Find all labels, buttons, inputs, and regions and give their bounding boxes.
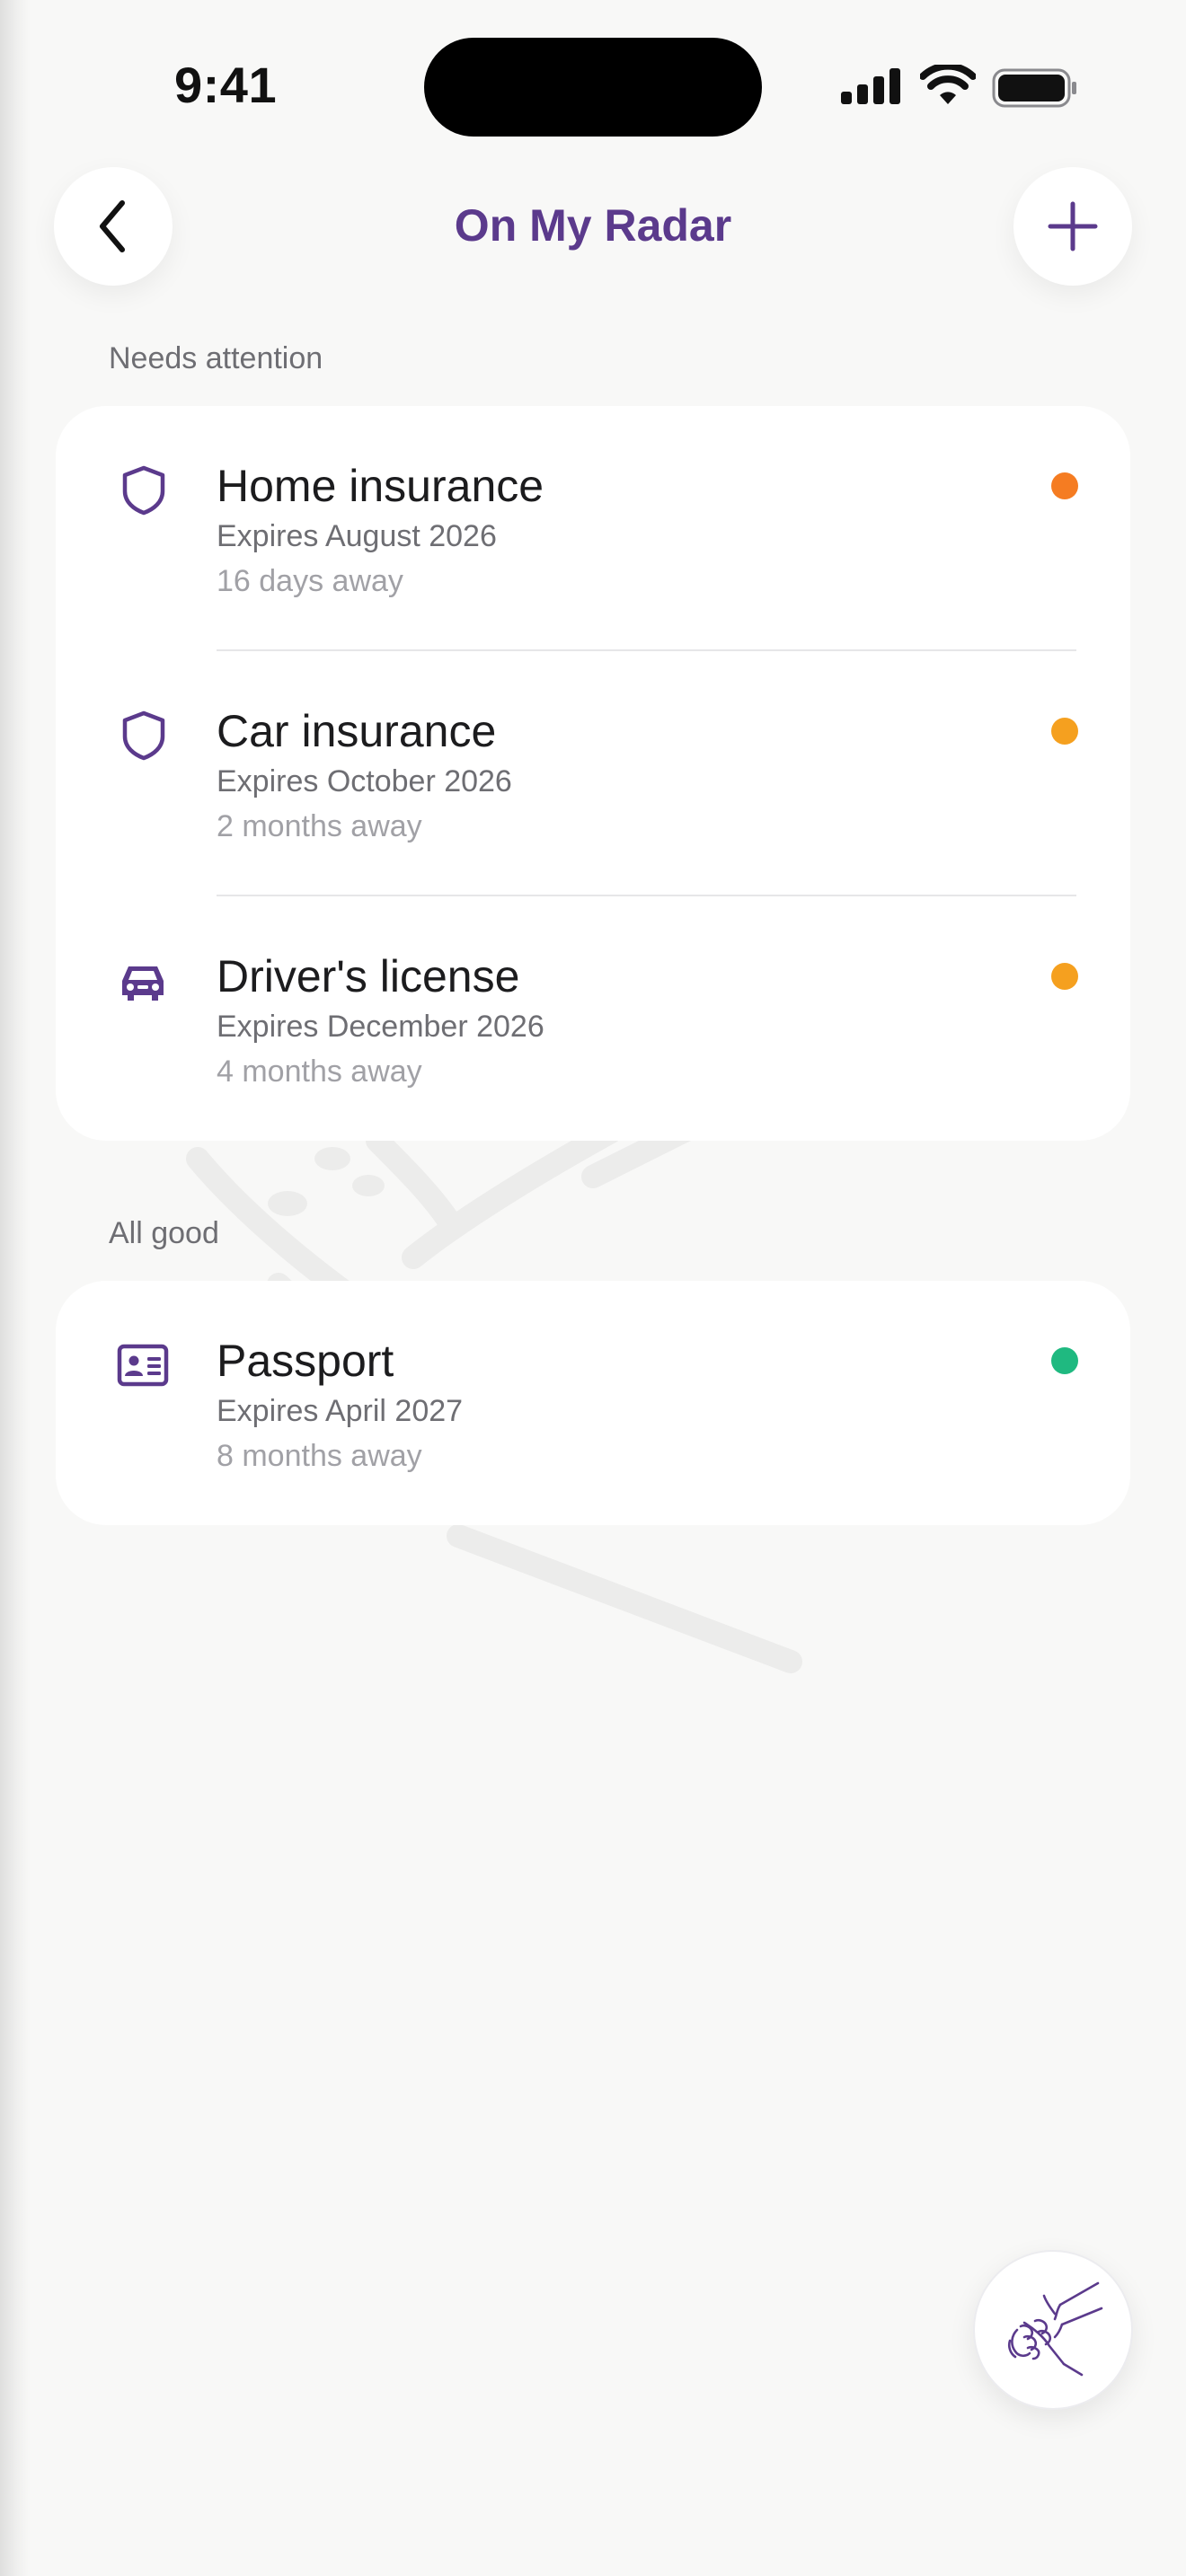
item-expiry: Expires April 2027 [217,1394,464,1428]
dynamic-island [424,38,762,137]
list-item-passport[interactable]: Passport Expires April 2027 8 months awa… [56,1281,1130,1526]
item-expiry: Expires December 2026 [217,1010,544,1044]
shield-icon [122,465,165,516]
battery-icon [992,68,1076,108]
status-dot [1051,963,1078,990]
wifi-icon [920,65,976,104]
plus-icon [1048,201,1098,251]
shield-icon [122,710,165,761]
item-countdown: 4 months away [217,1054,422,1089]
handshake-icon [1007,2281,1103,2377]
section-label-all-good: All good [109,1216,219,1250]
add-button[interactable] [1013,167,1132,286]
item-countdown: 8 months away [217,1439,422,1473]
status-dot [1051,472,1078,499]
car-icon [122,966,164,1001]
status-time: 9:41 [174,57,278,113]
item-countdown: 2 months away [217,809,422,843]
item-expiry: Expires August 2026 [217,519,497,553]
list-item-home-insurance[interactable]: Home insurance Expires August 2026 16 da… [56,406,1130,651]
item-countdown: 16 days away [217,564,403,598]
status-dot [1051,1347,1078,1374]
cellular-signal-icon [841,68,900,104]
id-card-icon [117,1344,169,1387]
page-title: On My Radar [454,200,732,251]
all-good-card: Passport Expires April 2027 8 months awa… [56,1281,1130,1525]
list-item-car-insurance[interactable]: Car insurance Expires October 2026 2 mon… [56,651,1130,896]
status-dot [1051,718,1078,745]
item-title: Car insurance [217,706,497,756]
needs-attention-card: Home insurance Expires August 2026 16 da… [56,406,1130,1141]
assistant-button[interactable] [973,2250,1133,2410]
list-item-drivers-license[interactable]: Driver's license Expires December 2026 4… [56,896,1130,1142]
item-title: Home insurance [217,461,544,511]
item-expiry: Expires October 2026 [217,764,512,798]
item-title: Driver's license [217,951,520,1001]
item-title: Passport [217,1336,394,1386]
section-label-needs-attention: Needs attention [109,341,323,375]
edge-shadow [0,0,31,2576]
